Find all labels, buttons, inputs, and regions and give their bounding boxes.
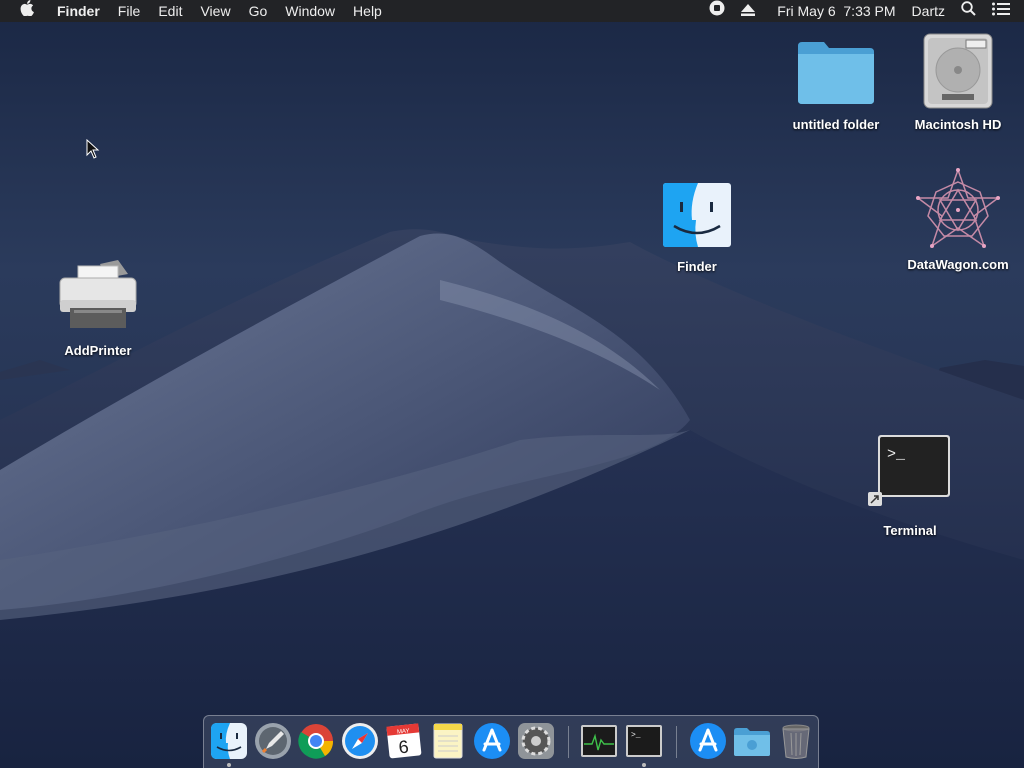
printer-icon	[59, 260, 137, 328]
record-icon[interactable]	[701, 0, 733, 22]
finder-icon	[663, 183, 731, 247]
folder-icon	[734, 728, 770, 756]
dock-item-trash[interactable]	[777, 722, 815, 760]
apple-icon	[20, 0, 34, 17]
desktop-icon-untitled-folder[interactable]: untitled folder	[776, 40, 896, 132]
activity-monitor-icon	[581, 725, 617, 757]
running-indicator	[227, 763, 231, 767]
menu-user[interactable]: Dartz	[904, 0, 953, 22]
menu-bar: Finder File Edit View Go Window Help Fri…	[0, 0, 1024, 22]
menu-clock[interactable]: Fri May 6 7:33 PM	[763, 0, 903, 22]
dock-separator	[676, 726, 677, 758]
desktop[interactable]: Finder File Edit View Go Window Help Fri…	[0, 0, 1024, 768]
dock-item-notes[interactable]	[429, 722, 467, 760]
icon-label: AddPrinter	[64, 343, 132, 358]
dock-item-launchpad[interactable]	[254, 722, 292, 760]
notification-center-icon[interactable]	[984, 0, 1024, 22]
svg-text:>_: >_	[887, 446, 906, 463]
app-store-icon	[690, 723, 726, 759]
app-store-icon	[474, 723, 510, 759]
icon-label: Finder	[677, 259, 717, 274]
desktop-icon-terminal[interactable]: >_ Terminal	[850, 434, 970, 538]
desktop-icon-finder[interactable]: Finder	[637, 182, 757, 274]
launchpad-icon	[255, 723, 291, 759]
menu-bar-extras: Fri May 6 7:33 PM Dartz	[701, 0, 1024, 22]
eject-icon[interactable]	[733, 0, 763, 22]
menu-app-finder[interactable]: Finder	[48, 0, 109, 22]
dock-item-activity-monitor[interactable]	[580, 722, 618, 760]
dock-item-calendar[interactable]: MAY 6	[385, 722, 423, 760]
calendar-day: 6	[398, 737, 410, 758]
running-indicator	[642, 763, 646, 767]
dock: MAY 6 >_	[203, 715, 819, 768]
menu-help[interactable]: Help	[344, 0, 391, 22]
icon-label: untitled folder	[792, 117, 880, 132]
dock-item-app-store[interactable]	[473, 722, 511, 760]
dock-item-chrome[interactable]	[297, 722, 335, 760]
finder-icon	[211, 723, 247, 759]
calendar-icon: MAY 6	[386, 723, 422, 759]
desktop-icon-macintosh-hd[interactable]: Macintosh HD	[898, 32, 1018, 132]
gear-icon	[518, 723, 554, 759]
menu-view[interactable]: View	[191, 0, 239, 22]
mouse-pointer-icon	[86, 139, 100, 159]
svg-text:>_: >_	[631, 731, 641, 740]
terminal-icon: >_	[868, 435, 950, 506]
menu-file[interactable]: File	[109, 0, 150, 22]
chrome-icon	[298, 724, 334, 759]
dock-item-app-store-download[interactable]	[689, 722, 727, 760]
spotlight-search-icon[interactable]	[953, 0, 984, 22]
dock-separator	[568, 726, 569, 758]
hard-drive-icon	[923, 33, 993, 109]
terminal-icon: >_	[626, 725, 662, 757]
menu-edit[interactable]: Edit	[149, 0, 191, 22]
trash-icon	[782, 724, 810, 759]
menu-go[interactable]: Go	[240, 0, 277, 22]
dock-item-safari[interactable]	[341, 722, 379, 760]
dock-item-terminal[interactable]: >_	[625, 722, 663, 760]
dock-item-system-preferences[interactable]	[517, 722, 555, 760]
datawagon-icon	[915, 167, 1001, 248]
desktop-icon-addprinter[interactable]: AddPrinter	[38, 258, 158, 358]
icon-label: Macintosh HD	[914, 117, 1002, 132]
desktop-icon-datawagon[interactable]: DataWagon.com	[898, 167, 1018, 272]
notes-icon	[433, 723, 463, 759]
apple-menu[interactable]	[0, 0, 48, 22]
dock-item-folder[interactable]	[733, 722, 771, 760]
icon-label: Terminal	[883, 523, 937, 538]
folder-icon	[798, 42, 874, 104]
dock-item-finder[interactable]	[210, 722, 248, 760]
icon-label: DataWagon.com	[907, 257, 1009, 272]
menu-window[interactable]: Window	[276, 0, 344, 22]
safari-icon	[342, 723, 378, 759]
